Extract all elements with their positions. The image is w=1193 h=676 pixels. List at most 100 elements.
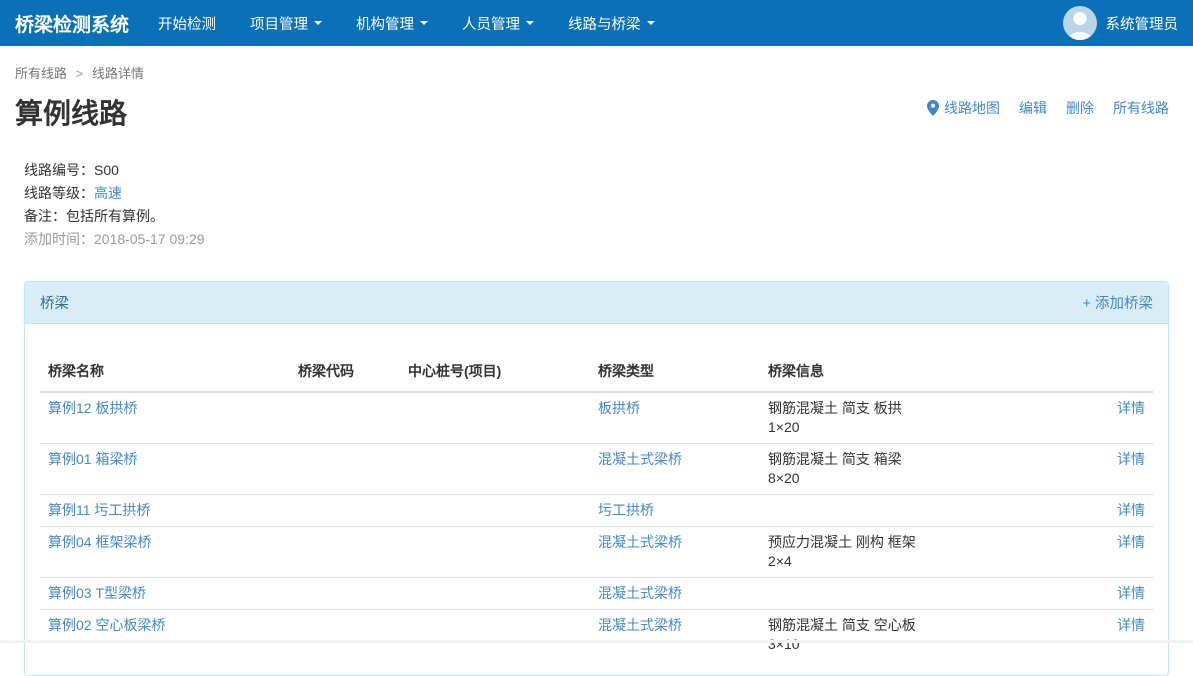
bridge-info-cell — [760, 578, 1083, 610]
table-row: 算例03 T型梁桥 混凝土式梁桥 详情 — [40, 578, 1153, 610]
title-row: 算例线路 线路地图 编辑 删除 所有线路 — [15, 82, 1169, 132]
top-navbar: 桥梁检测系统 开始检测 项目管理 机构管理 人员管理 线路与桥梁 系统管理员 — [0, 0, 1193, 46]
detail-label: 备注： — [24, 208, 66, 224]
bridge-info-line2: 2×4 — [768, 552, 1075, 571]
main-nav: 开始检测 项目管理 机构管理 人员管理 线路与桥梁 — [141, 0, 672, 46]
header-action — [1083, 351, 1153, 392]
bridge-name-link[interactable]: 算例11 圬工拱桥 — [48, 502, 150, 518]
bridge-name-link[interactable]: 算例01 箱梁桥 — [48, 451, 137, 467]
nav-item-organization-management[interactable]: 机构管理 — [339, 0, 445, 46]
bridge-code-cell — [290, 495, 400, 527]
table-header-row: 桥梁名称 桥梁代码 中心桩号(项目) 桥梁类型 桥梁信息 — [40, 351, 1153, 392]
app-brand[interactable]: 桥梁检测系统 — [15, 10, 129, 37]
center-station-cell — [400, 392, 590, 444]
line-map-link[interactable]: 线路地图 — [927, 98, 1000, 118]
bridge-type-link[interactable]: 混凝土式梁桥 — [598, 585, 682, 601]
center-station-cell — [400, 527, 590, 578]
all-lines-link[interactable]: 所有线路 — [1113, 98, 1169, 118]
bridge-type-link[interactable]: 混凝土式梁桥 — [598, 451, 682, 467]
detail-link[interactable]: 详情 — [1117, 451, 1145, 467]
table-row: 算例11 圬工拱桥 圬工拱桥 详情 — [40, 495, 1153, 527]
bridge-info-cell: 钢筋混凝土 简支 空心板 3×10 — [760, 610, 1083, 661]
nav-item-lines-and-bridges[interactable]: 线路与桥梁 — [551, 0, 672, 46]
bridge-info-line2: 1×20 — [768, 418, 1075, 437]
bridge-code-cell — [290, 444, 400, 495]
breadcrumb-separator: > — [76, 66, 84, 81]
bridge-info-line1: 钢筋混凝土 简支 箱梁 — [768, 450, 1075, 469]
bridge-name-link[interactable]: 算例04 框架梁桥 — [48, 534, 151, 550]
username: 系统管理员 — [1106, 13, 1179, 34]
detail-link[interactable]: 详情 — [1117, 400, 1145, 416]
line-details: 线路编号：S00 线路等级：高速 备注：包括所有算例。 添加时间：2018-05… — [24, 160, 1169, 249]
header-bridge-code: 桥梁代码 — [290, 351, 400, 392]
breadcrumb: 所有线路 > 线路详情 — [15, 63, 1178, 82]
bridge-info-cell — [760, 495, 1083, 527]
detail-added-time: 添加时间：2018-05-17 09:29 — [24, 229, 1169, 249]
page-actions: 线路地图 编辑 删除 所有线路 — [927, 98, 1169, 118]
detail-link[interactable]: 详情 — [1117, 534, 1145, 550]
nav-item-label: 人员管理 — [462, 13, 520, 34]
added-time-value: 2018-05-17 09:29 — [94, 231, 205, 247]
bridge-type-link[interactable]: 混凝土式梁桥 — [598, 534, 682, 550]
nav-item-label: 线路与桥梁 — [568, 13, 641, 34]
bridge-info-line1: 预应力混凝土 刚构 框架 — [768, 533, 1075, 552]
center-station-cell — [400, 495, 590, 527]
breadcrumb-line-detail: 线路详情 — [92, 66, 144, 81]
edit-link[interactable]: 编辑 — [1019, 98, 1047, 118]
detail-link[interactable]: 详情 — [1117, 502, 1145, 518]
nav-item-label: 项目管理 — [250, 13, 308, 34]
user-menu[interactable]: 系统管理员 — [1063, 6, 1179, 40]
table-row: 算例02 空心板梁桥 混凝土式梁桥 钢筋混凝土 简支 空心板 3×10 详情 — [40, 610, 1153, 661]
bridge-type-link[interactable]: 板拱桥 — [598, 400, 640, 416]
center-station-cell — [400, 444, 590, 495]
line-grade-link[interactable]: 高速 — [94, 185, 122, 201]
table-row: 算例01 箱梁桥 混凝土式梁桥 钢筋混凝土 简支 箱梁 8×20 详情 — [40, 444, 1153, 495]
center-station-cell — [400, 610, 590, 661]
detail-line-number: 线路编号：S00 — [24, 160, 1169, 180]
line-number-value: S00 — [94, 162, 119, 178]
bridge-info-cell: 钢筋混凝土 简支 箱梁 8×20 — [760, 444, 1083, 495]
bridge-name-link[interactable]: 算例03 T型梁桥 — [48, 585, 146, 601]
panel-title: 桥梁 — [40, 292, 69, 313]
bridge-type-link[interactable]: 圬工拱桥 — [598, 502, 654, 518]
nav-item-start-inspection[interactable]: 开始检测 — [141, 0, 233, 46]
bridge-name-link[interactable]: 算例12 板拱桥 — [48, 400, 137, 416]
detail-label: 添加时间： — [24, 231, 94, 247]
bridge-info-cell: 预应力混凝土 刚构 框架 2×4 — [760, 527, 1083, 578]
nav-item-label: 开始检测 — [158, 13, 216, 34]
detail-link[interactable]: 详情 — [1117, 585, 1145, 601]
chevron-down-icon — [314, 21, 322, 25]
delete-link[interactable]: 删除 — [1066, 98, 1094, 118]
bridges-panel-heading: 桥梁 + 添加桥梁 — [25, 282, 1168, 324]
chevron-down-icon — [526, 21, 534, 25]
bridge-info-line1: 钢筋混凝土 简支 空心板 — [768, 616, 1075, 635]
center-station-cell — [400, 578, 590, 610]
bridge-type-link[interactable]: 混凝土式梁桥 — [598, 617, 682, 633]
header-bridge-type: 桥梁类型 — [590, 351, 760, 392]
bridge-code-cell — [290, 527, 400, 578]
chevron-down-icon — [647, 21, 655, 25]
header-bridge-info: 桥梁信息 — [760, 351, 1083, 392]
add-bridge-link[interactable]: + 添加桥梁 — [1083, 292, 1154, 313]
bridge-code-cell — [290, 392, 400, 444]
nav-item-personnel-management[interactable]: 人员管理 — [445, 0, 551, 46]
detail-link[interactable]: 详情 — [1117, 617, 1145, 633]
detail-label: 线路等级： — [24, 185, 94, 201]
chevron-down-icon — [420, 21, 428, 25]
bridge-name-link[interactable]: 算例02 空心板梁桥 — [48, 617, 165, 633]
bridge-info-line2: 3×10 — [768, 635, 1075, 654]
header-bridge-name: 桥梁名称 — [40, 351, 290, 392]
bridge-info-line1: 钢筋混凝土 简支 板拱 — [768, 399, 1075, 418]
header-center-station: 中心桩号(项目) — [400, 351, 590, 392]
detail-remark: 备注：包括所有算例。 — [24, 206, 1169, 226]
breadcrumb-all-lines[interactable]: 所有线路 — [15, 66, 67, 81]
line-map-label: 线路地图 — [944, 98, 1000, 118]
detail-label: 线路编号： — [24, 162, 94, 178]
table-row: 算例12 板拱桥 板拱桥 钢筋混凝土 简支 板拱 1×20 详情 — [40, 392, 1153, 444]
nav-item-project-management[interactable]: 项目管理 — [233, 0, 339, 46]
page-title: 算例线路 — [15, 92, 127, 132]
bridge-info-cell: 钢筋混凝土 简支 板拱 1×20 — [760, 392, 1083, 444]
remark-value: 包括所有算例。 — [66, 208, 164, 224]
bridges-panel: 桥梁 + 添加桥梁 桥梁名称 桥梁代码 中心桩号(项目) 桥梁类型 桥梁信息 — [24, 281, 1169, 676]
bridges-table: 桥梁名称 桥梁代码 中心桩号(项目) 桥梁类型 桥梁信息 算例12 板拱桥 板拱… — [40, 351, 1153, 660]
